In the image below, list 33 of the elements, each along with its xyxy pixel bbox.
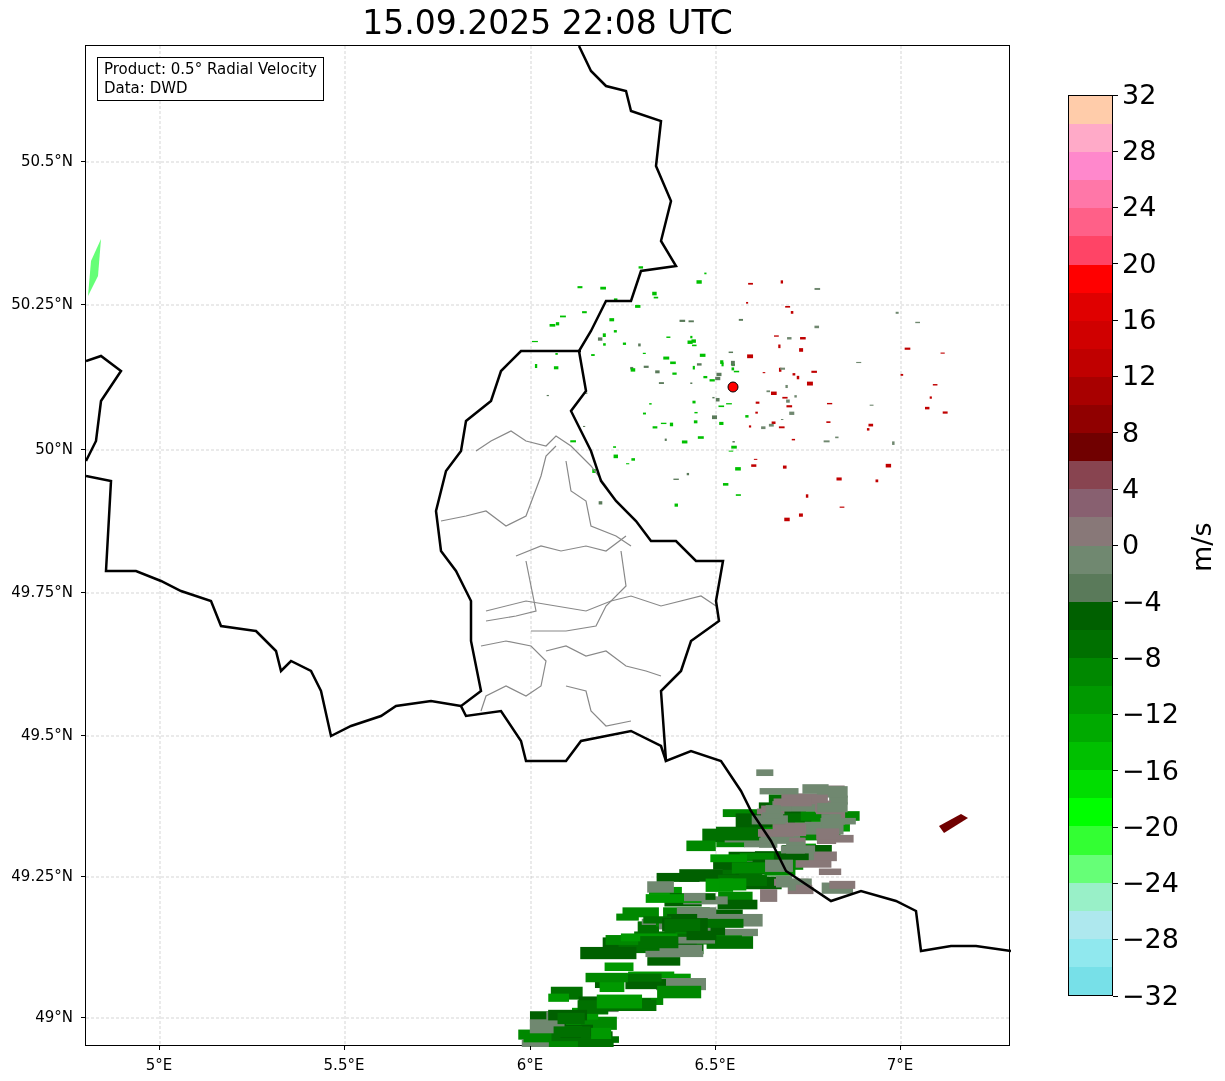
colorbar-tick-label: 12: [1122, 359, 1157, 394]
longitude-label: 6.5°E: [694, 1055, 736, 1076]
colorbar-tick-label: −20: [1122, 809, 1179, 844]
latitude-label: 50°N: [35, 438, 73, 460]
chart-title: 15.09.2025 22:08 UTC: [362, 3, 733, 42]
colorbar-tick-label: 32: [1122, 77, 1157, 112]
latitude-label: 49.25°N: [11, 865, 73, 887]
colorbar-tick-label: −16: [1122, 753, 1179, 788]
colorbar-tick-label: −32: [1122, 978, 1179, 1013]
latitude-label: 49°N: [35, 1006, 73, 1028]
longitude-label: 7°E: [886, 1055, 914, 1076]
colorbar-tick-label: 16: [1122, 303, 1157, 337]
colorbar-tick-label: 28: [1122, 134, 1157, 169]
colorbar-tick-label: 8: [1122, 415, 1140, 450]
colorbar-tick-label: 20: [1122, 246, 1157, 281]
colorbar-tick-label: −4: [1122, 584, 1162, 619]
latitude-label: 49.5°N: [20, 724, 73, 746]
info-text: Product: 0.5° Radial Velocity: [104, 60, 317, 79]
colorbar-tick-label: 0: [1122, 528, 1140, 563]
info-text: Data: DWD: [104, 79, 189, 98]
latitude-label: 49.75°N: [11, 581, 73, 603]
longitude-label: 6°E: [516, 1055, 544, 1076]
colorbar-tick-label: −28: [1122, 922, 1179, 957]
longitude-label: 5.5°E: [323, 1055, 365, 1076]
colorbar-tick-label: 4: [1122, 471, 1140, 506]
colorbar-tick-label: 24: [1122, 190, 1157, 225]
colorbar-tick-label: −24: [1122, 866, 1179, 901]
longitude-label: 5°E: [145, 1055, 173, 1076]
colorbar-tick-label: −12: [1122, 697, 1179, 732]
colorbar-tick-label: −8: [1122, 640, 1162, 675]
colorbar-label: m/s: [1185, 522, 1219, 572]
latitude-label: 50.5°N: [20, 150, 73, 172]
latitude-label: 50.25°N: [11, 293, 73, 315]
